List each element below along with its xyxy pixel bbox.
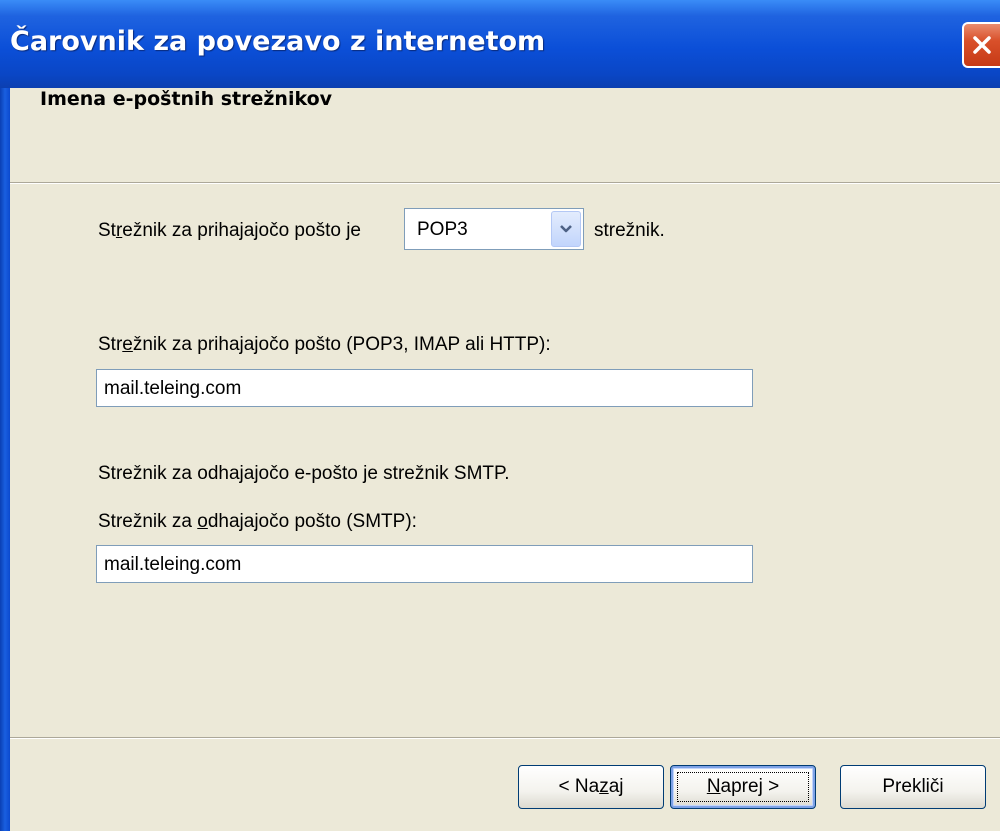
incoming-server-label: Strežnik za prihajajočo pošto (POP3, IMA…	[98, 334, 551, 355]
title-bar[interactable]: Čarovnik za povezavo z internetom	[0, 0, 1000, 88]
close-button[interactable]	[962, 22, 1000, 68]
footer-divider	[10, 737, 1000, 739]
incoming-server-input[interactable]: mail.teleing.com	[96, 369, 753, 407]
incoming-type-label: Strežnik za prihajajočo pošto je	[98, 220, 361, 241]
window-title: Čarovnik za povezavo z internetom	[10, 26, 546, 57]
next-button[interactable]: Naprej >	[670, 765, 816, 809]
header-divider	[10, 182, 1000, 184]
outgoing-info-text: Strežnik za odhajajočo e-pošto je strežn…	[98, 463, 510, 484]
incoming-type-dropdown-button[interactable]	[551, 211, 581, 247]
wizard-window: Čarovnik za povezavo z internetom Imena …	[0, 0, 1000, 831]
page-title: Imena e-poštnih strežnikov	[40, 88, 333, 110]
incoming-type-suffix: strežnik.	[594, 220, 665, 241]
window-frame-left	[0, 88, 10, 831]
outgoing-server-label: Strežnik za odhajajočo pošto (SMTP):	[98, 511, 417, 532]
back-button[interactable]: < Nazaj	[518, 765, 664, 809]
focus-rectangle	[677, 772, 809, 802]
incoming-type-select[interactable]: POP3	[404, 208, 584, 250]
outgoing-server-input[interactable]: mail.teleing.com	[96, 545, 753, 583]
cancel-button[interactable]: Prekliči	[840, 765, 986, 809]
incoming-type-value: POP3	[417, 219, 468, 240]
